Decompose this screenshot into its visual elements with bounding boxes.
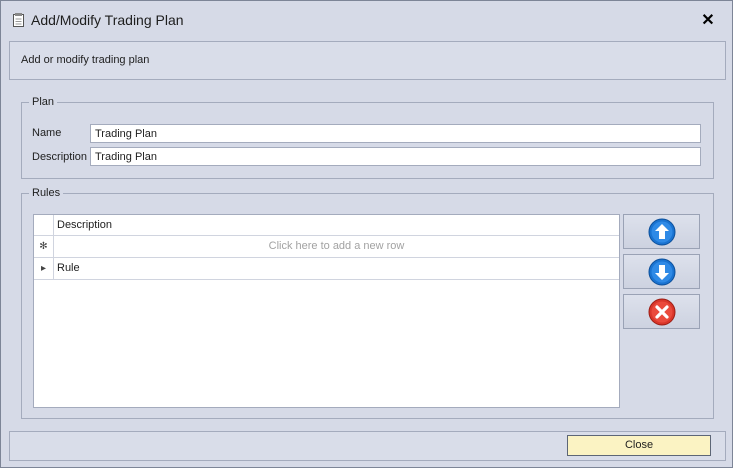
new-row[interactable]: ✻ Click here to add a new row: [34, 236, 619, 258]
header-text: Add or modify trading plan: [21, 54, 150, 66]
rule-description-cell[interactable]: Rule: [57, 262, 80, 274]
trading-plan-dialog: Add/Modify Trading Plan ✕ Add or modify …: [0, 0, 733, 468]
delete-button[interactable]: [623, 294, 700, 329]
rules-grid[interactable]: Description ✻ Click here to add a new ro…: [33, 214, 620, 408]
arrow-up-icon: [648, 218, 676, 246]
move-up-button[interactable]: [623, 214, 700, 249]
description-field[interactable]: [90, 147, 701, 166]
close-button[interactable]: Close: [567, 435, 711, 456]
description-label: Description: [32, 151, 88, 163]
name-field[interactable]: [90, 124, 701, 143]
name-label: Name: [32, 127, 62, 139]
delete-icon: [648, 298, 676, 326]
new-row-hint[interactable]: Click here to add a new row: [54, 240, 619, 252]
table-row[interactable]: ▸ Rule: [34, 258, 619, 280]
rules-group-title: Rules: [29, 187, 64, 199]
column-header-description[interactable]: Description: [57, 219, 112, 231]
close-icon[interactable]: ✕: [700, 10, 716, 30]
grid-header: Description: [34, 215, 619, 236]
window-title: Add/Modify Trading Plan: [31, 12, 184, 28]
row-indicator-icon: ▸: [34, 258, 54, 279]
document-icon: [13, 13, 24, 27]
arrow-down-icon: [648, 258, 676, 286]
description-header: Add or modify trading plan: [9, 41, 726, 80]
new-row-icon: ✻: [34, 236, 54, 257]
plan-group-title: Plan: [29, 96, 58, 108]
move-down-button[interactable]: [623, 254, 700, 289]
title-bar: Add/Modify Trading Plan ✕: [1, 1, 732, 39]
grid-corner: [34, 215, 54, 235]
